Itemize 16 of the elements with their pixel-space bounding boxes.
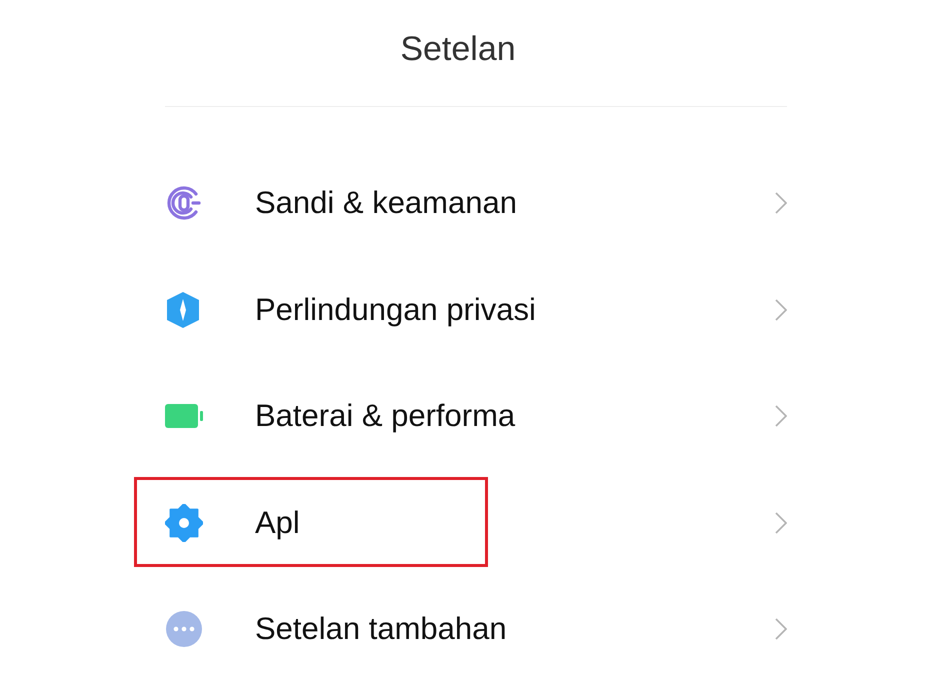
fingerprint-icon bbox=[165, 184, 203, 222]
settings-item[interactable]: Apl bbox=[255, 504, 775, 541]
chevron-icon bbox=[775, 405, 787, 428]
settings-icon bbox=[165, 504, 203, 542]
chevron-icon bbox=[775, 192, 787, 214]
settings-item[interactable]: Sandi & keamanan bbox=[255, 185, 775, 222]
page-title: Setelan bbox=[399, 29, 517, 70]
settings-item[interactable]: Perlindungan privasi bbox=[255, 292, 775, 328]
battery-icon bbox=[165, 403, 205, 430]
chevron-icon bbox=[775, 618, 787, 640]
more-icon bbox=[165, 610, 203, 648]
chevron-icon bbox=[775, 512, 787, 534]
chevron-icon bbox=[775, 298, 787, 321]
shield-icon bbox=[165, 290, 201, 329]
settings-item[interactable]: Baterai & performa bbox=[255, 398, 775, 434]
settings-item[interactable]: Setelan tambahan bbox=[255, 611, 775, 648]
